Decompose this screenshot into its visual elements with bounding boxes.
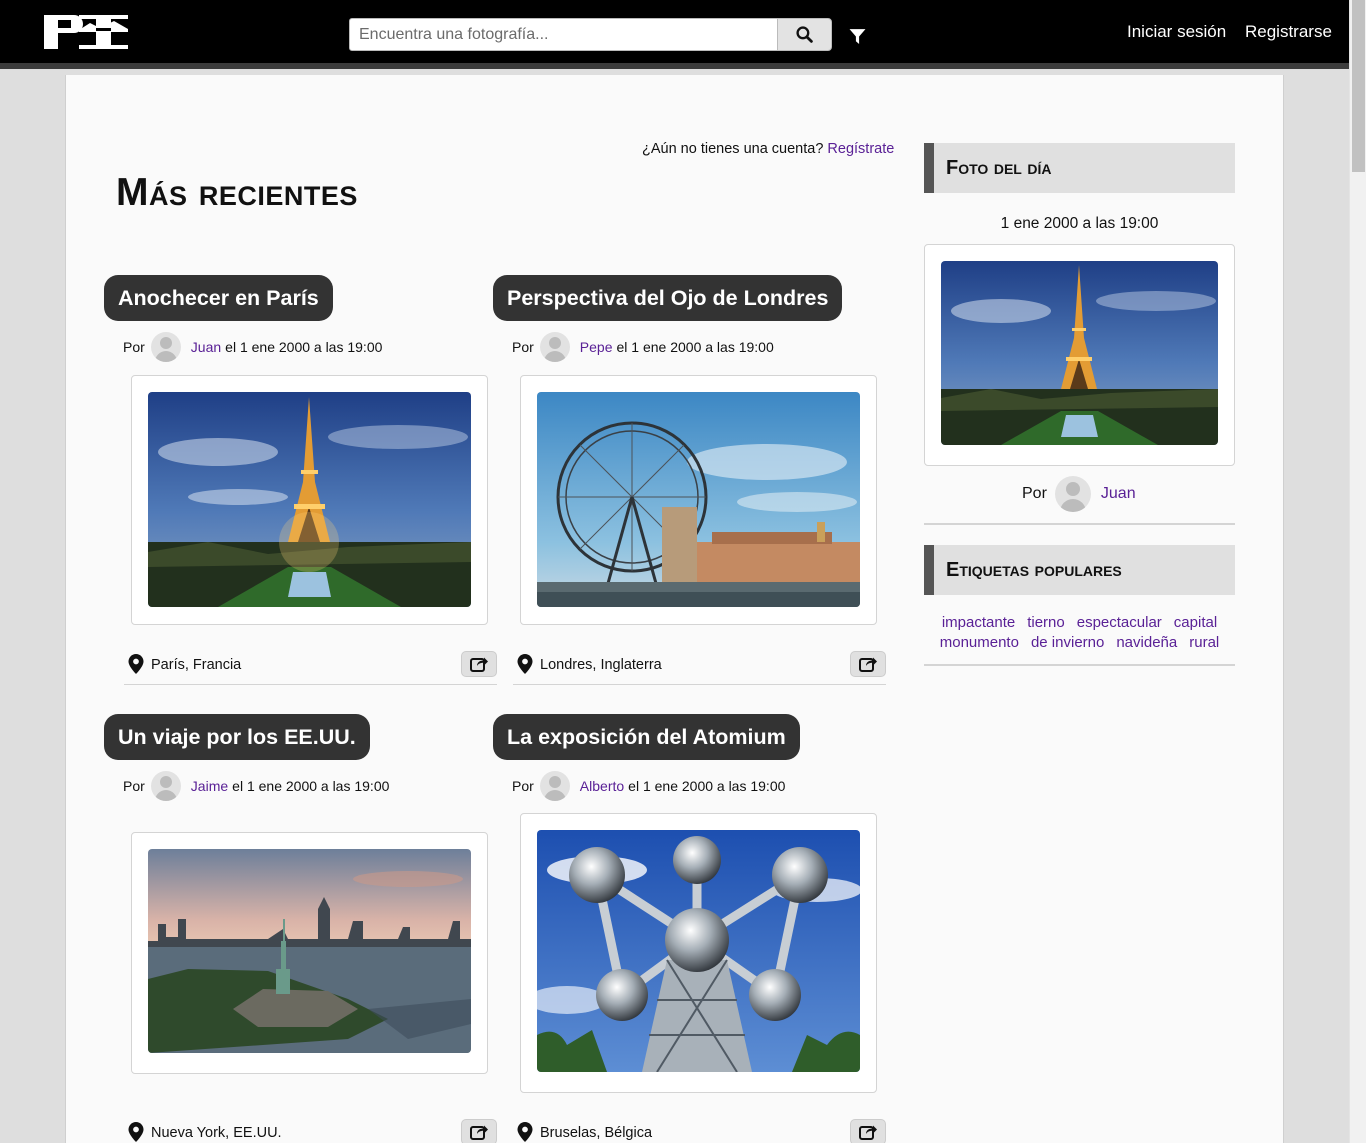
author-link[interactable]: Alberto xyxy=(580,778,624,794)
main-content: ¿Aún no tienes una cuenta? Regístrate Má… xyxy=(65,75,1284,1143)
post-footer: París, Francia xyxy=(124,645,497,685)
page-scrollbar[interactable] xyxy=(1349,0,1366,1143)
post-location: Nueva York, EE.UU. xyxy=(151,1125,282,1141)
by-label: Por xyxy=(123,778,145,794)
photo-of-day-heading: Foto del día xyxy=(924,143,1235,193)
post-byline: Por Jaime el 1 ene 2000 a las 19:00 xyxy=(123,771,389,801)
search-button[interactable] xyxy=(777,18,832,51)
search-input[interactable] xyxy=(349,18,778,51)
signup-link[interactable]: Regístrate xyxy=(827,141,894,157)
site-logo[interactable] xyxy=(44,15,128,49)
share-button[interactable] xyxy=(850,1119,886,1143)
signup-prompt-text: ¿Aún no tienes una cuenta? xyxy=(642,141,824,157)
post-location: Bruselas, Bélgica xyxy=(540,1125,653,1141)
tag-link[interactable]: impactante xyxy=(942,613,1015,633)
tag-link[interactable]: de invierno xyxy=(1031,633,1104,653)
location-pin-icon xyxy=(128,1122,144,1142)
post-photo[interactable] xyxy=(537,392,860,607)
post-date: el 1 ene 2000 a las 19:00 xyxy=(616,339,774,355)
post-title[interactable]: Perspectiva del Ojo de Londres xyxy=(493,275,843,321)
tag-link[interactable]: capital xyxy=(1174,613,1217,633)
post-location: Londres, Inglaterra xyxy=(540,657,662,673)
post-byline: Por Pepe el 1 ene 2000 a las 19:00 xyxy=(512,332,774,362)
top-navbar: Iniciar sesión Registrarse xyxy=(0,0,1349,69)
post-title[interactable]: La exposición del Atomium xyxy=(493,714,800,760)
avatar[interactable] xyxy=(539,771,570,801)
post-location: París, Francia xyxy=(151,657,242,673)
avatar[interactable] xyxy=(539,332,570,362)
login-link[interactable]: Iniciar sesión xyxy=(1127,22,1226,42)
tag-link[interactable]: monumento xyxy=(940,633,1019,653)
post-byline: Por Alberto el 1 ene 2000 a las 19:00 xyxy=(512,771,785,801)
post-footer: Londres, Inglaterra xyxy=(513,645,886,685)
page-title: Más recientes xyxy=(116,171,358,214)
share-button[interactable] xyxy=(461,651,497,677)
avatar[interactable] xyxy=(1054,476,1091,512)
post-byline: Por Juan el 1 ene 2000 a las 19:00 xyxy=(123,332,382,362)
location-pin-icon xyxy=(128,654,144,674)
tag-link[interactable]: navideña xyxy=(1116,633,1177,653)
signup-prompt: ¿Aún no tienes una cuenta? Regístrate xyxy=(642,141,894,157)
photo-of-day-byline: Por Juan xyxy=(1022,476,1136,512)
avatar[interactable] xyxy=(150,771,181,801)
avatar[interactable] xyxy=(150,332,181,362)
tag-link[interactable]: espectacular xyxy=(1077,613,1162,633)
post-title[interactable]: Un viaje por los EE.UU. xyxy=(104,714,370,760)
share-button[interactable] xyxy=(461,1119,497,1143)
filter-icon xyxy=(849,28,865,44)
post-date: el 1 ene 2000 a las 19:00 xyxy=(628,778,786,794)
post-photo[interactable] xyxy=(148,849,471,1053)
share-icon xyxy=(470,1125,488,1140)
location-pin-icon xyxy=(517,654,533,674)
photo-of-day-image[interactable] xyxy=(941,261,1218,445)
author-link[interactable]: Pepe xyxy=(580,339,613,355)
share-icon xyxy=(859,657,877,672)
popular-tags-heading: Etiquetas populares xyxy=(924,545,1235,595)
share-icon xyxy=(470,657,488,672)
tag-link[interactable]: rural xyxy=(1189,633,1219,653)
post-footer: Nueva York, EE.UU. xyxy=(124,1113,497,1143)
post-date: el 1 ene 2000 a las 19:00 xyxy=(225,339,383,355)
photo-frame xyxy=(520,813,877,1093)
photo-of-day-frame xyxy=(924,244,1235,466)
photo-frame xyxy=(520,375,877,625)
post-date: el 1 ene 2000 a las 19:00 xyxy=(232,778,390,794)
location-pin-icon xyxy=(517,1122,533,1142)
photo-frame xyxy=(131,375,488,625)
photo-frame xyxy=(131,832,488,1074)
register-link[interactable]: Registrarse xyxy=(1245,22,1332,42)
by-label: Por xyxy=(1022,485,1047,502)
filter-button[interactable] xyxy=(846,25,868,47)
author-link[interactable]: Juan xyxy=(191,339,221,355)
share-button[interactable] xyxy=(850,651,886,677)
post-title[interactable]: Anochecer en París xyxy=(104,275,333,321)
divider xyxy=(924,523,1235,525)
by-label: Por xyxy=(512,778,534,794)
post-photo[interactable] xyxy=(537,830,860,1072)
photo-of-day-date: 1 ene 2000 a las 19:00 xyxy=(1000,215,1159,232)
by-label: Por xyxy=(123,339,145,355)
tag-link[interactable]: tierno xyxy=(1027,613,1065,633)
post-footer: Bruselas, Bélgica xyxy=(513,1113,886,1143)
search-icon xyxy=(796,26,813,43)
post-photo[interactable] xyxy=(148,392,471,607)
author-link[interactable]: Juan xyxy=(1101,485,1136,503)
share-icon xyxy=(859,1125,877,1140)
scrollbar-thumb[interactable] xyxy=(1352,0,1365,172)
author-link[interactable]: Jaime xyxy=(191,778,228,794)
divider xyxy=(924,664,1235,666)
tag-cloud: impactante tierno espectacular capital m… xyxy=(924,613,1235,653)
by-label: Por xyxy=(512,339,534,355)
